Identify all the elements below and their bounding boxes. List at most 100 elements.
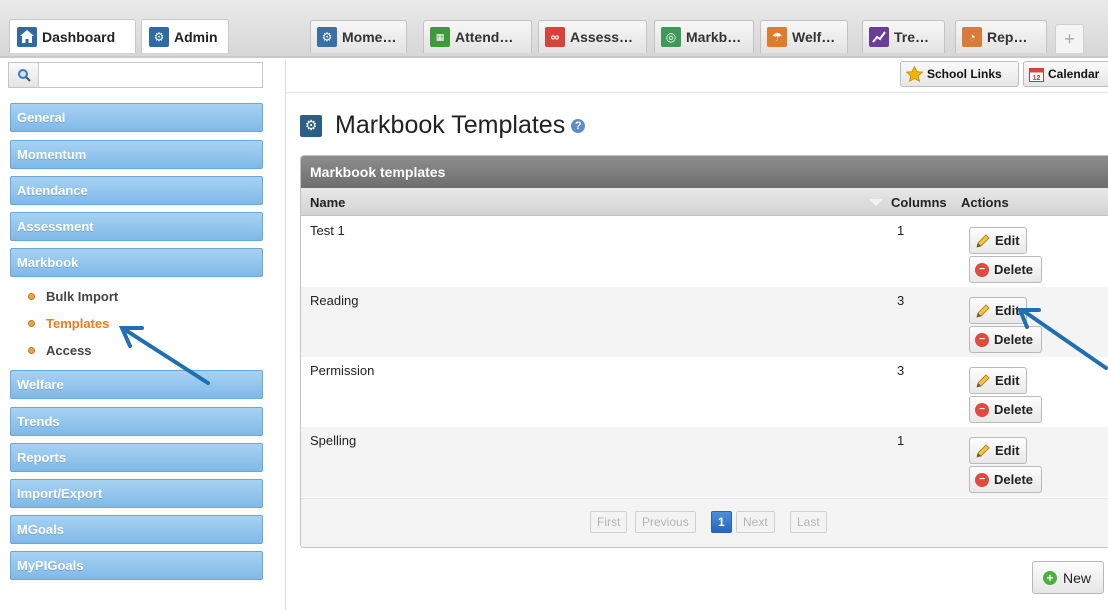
sidebar-item-momentum[interactable]: Momentum <box>10 140 263 169</box>
tab-label: Assess… <box>570 29 634 45</box>
pager-label: Next <box>743 515 768 529</box>
tab-reports[interactable]: ◔ Rep… <box>955 20 1047 53</box>
edit-button[interactable]: Edit <box>969 367 1027 394</box>
table-row: Test 1 1 Edit − Delete <box>301 217 1108 287</box>
delete-button[interactable]: − Delete <box>969 256 1042 283</box>
tab-welfare[interactable]: ☂ Welf… <box>760 20 848 53</box>
template-columns: 1 <box>897 223 905 238</box>
tab-assessment[interactable]: ∞ Assess… <box>538 20 647 53</box>
pager-label: 1 <box>718 515 725 529</box>
column-header-columns[interactable]: Columns <box>891 188 947 216</box>
welfare-icon: ☂ <box>767 27 787 47</box>
tab-label: Markb… <box>686 29 742 45</box>
pencil-icon <box>976 303 990 318</box>
template-columns: 1 <box>897 433 905 448</box>
sidebar-item-assessment[interactable]: Assessment <box>10 212 263 241</box>
sidebar-item-label: Trends <box>17 414 60 429</box>
sidebar-item-label: Markbook <box>17 255 79 270</box>
bullet-icon <box>28 320 35 327</box>
delete-button[interactable]: − Delete <box>969 466 1042 493</box>
edit-button[interactable]: Edit <box>969 297 1027 324</box>
tab-label: Attend… <box>455 29 514 45</box>
search-icon <box>17 69 31 82</box>
column-header-label: Columns <box>891 194 947 210</box>
edit-button[interactable]: Edit <box>969 437 1027 464</box>
edit-button[interactable]: Edit <box>969 227 1027 254</box>
table-header: Name Columns Actions <box>301 188 1108 216</box>
school-links-button[interactable]: School Links <box>900 61 1019 87</box>
delete-button[interactable]: − Delete <box>969 396 1042 423</box>
sidebar-subitem-access[interactable]: Access <box>28 343 92 358</box>
add-tab-button[interactable]: + <box>1055 24 1084 53</box>
column-header-label: Name <box>310 194 346 210</box>
delete-button[interactable]: − Delete <box>969 326 1042 353</box>
sidebar-item-general[interactable]: General <box>10 103 263 132</box>
page-title: ⚙ Markbook Templates ? <box>300 111 586 140</box>
tab-momentum[interactable]: ⚙ Mome… <box>310 20 407 53</box>
star-icon <box>906 66 923 82</box>
sidebar-item-reports[interactable]: Reports <box>10 443 263 472</box>
pagination: First Previous 1 Next Last <box>301 498 1108 547</box>
delete-icon: − <box>975 262 989 277</box>
pager-previous-button[interactable]: Previous <box>635 511 696 533</box>
sidebar-item-mypigoals[interactable]: MyPIGoals <box>10 551 263 580</box>
template-columns: 3 <box>897 293 905 308</box>
sidebar-item-markbook[interactable]: Markbook <box>10 248 263 277</box>
tab-label: Rep… <box>987 29 1028 45</box>
table-row: Spelling 1 Edit − Delete <box>301 427 1108 497</box>
pager-page-1[interactable]: 1 <box>711 511 732 533</box>
search-input[interactable] <box>39 64 254 86</box>
svg-text:12: 12 <box>1033 75 1041 82</box>
tab-dashboard[interactable]: Dashboard <box>9 19 136 53</box>
sidebar-item-import-export[interactable]: Import/Export <box>10 479 263 508</box>
pager-last-button[interactable]: Last <box>790 511 827 533</box>
new-template-button[interactable]: + New <box>1032 561 1104 594</box>
pencil-icon <box>976 373 990 388</box>
sidebar-subitem-bulk-import[interactable]: Bulk Import <box>28 289 118 304</box>
gears-icon: ⚙ <box>300 114 322 137</box>
tab-trends[interactable]: Tre… <box>862 20 945 53</box>
subitem-label: Access <box>46 343 92 358</box>
sidebar-item-welfare[interactable]: Welfare <box>10 370 263 399</box>
edit-label: Edit <box>995 233 1020 248</box>
edit-label: Edit <box>995 373 1020 388</box>
pager-label: Previous <box>642 515 689 529</box>
pager-label: Last <box>797 515 820 529</box>
pencil-icon <box>976 443 990 458</box>
sidebar-item-label: General <box>17 110 66 125</box>
template-name: Permission <box>310 363 375 378</box>
search-button[interactable] <box>9 63 39 87</box>
sidebar-subitem-templates[interactable]: Templates <box>28 316 109 331</box>
table-row: Permission 3 Edit − Delete <box>301 357 1108 427</box>
new-label: New <box>1063 569 1092 586</box>
delete-icon: − <box>975 332 989 347</box>
tab-label: Welf… <box>792 29 836 45</box>
sidebar-item-mgoals[interactable]: MGoals <box>10 515 263 544</box>
edit-label: Edit <box>995 303 1020 318</box>
column-header-name[interactable]: Name <box>310 188 345 216</box>
pager-next-button[interactable]: Next <box>736 511 775 533</box>
pager-label: First <box>597 515 621 529</box>
template-columns: 3 <box>897 363 905 378</box>
panel-header: Markbook templates <box>301 156 1108 188</box>
column-header-actions: Actions <box>961 188 1009 216</box>
sort-arrow-icon[interactable] <box>869 199 883 206</box>
home-icon <box>17 26 37 47</box>
column-header-label: Actions <box>961 194 1009 210</box>
bullet-icon <box>28 293 35 300</box>
table-row: Reading 3 Edit − Delete <box>301 287 1108 357</box>
sidebar-divider <box>285 60 286 610</box>
tab-markbook[interactable]: ◎ Markb… <box>654 20 754 53</box>
help-icon[interactable]: ? <box>571 118 586 133</box>
bullet-icon <box>28 347 35 354</box>
sidebar-item-attendance[interactable]: Attendance <box>10 176 263 205</box>
momentum-icon: ⚙ <box>317 27 337 47</box>
tab-label: Mome… <box>342 29 397 45</box>
calendar-button[interactable]: 12 Calendar <box>1023 61 1108 87</box>
tab-attendance[interactable]: ▦ Attend… <box>423 20 532 53</box>
pager-first-button[interactable]: First <box>590 511 628 533</box>
sidebar-item-trends[interactable]: Trends <box>10 407 263 436</box>
toolbar-divider <box>286 92 1108 93</box>
reports-icon: ◔ <box>962 27 982 47</box>
tab-admin[interactable]: ⚙ Admin <box>141 19 229 53</box>
